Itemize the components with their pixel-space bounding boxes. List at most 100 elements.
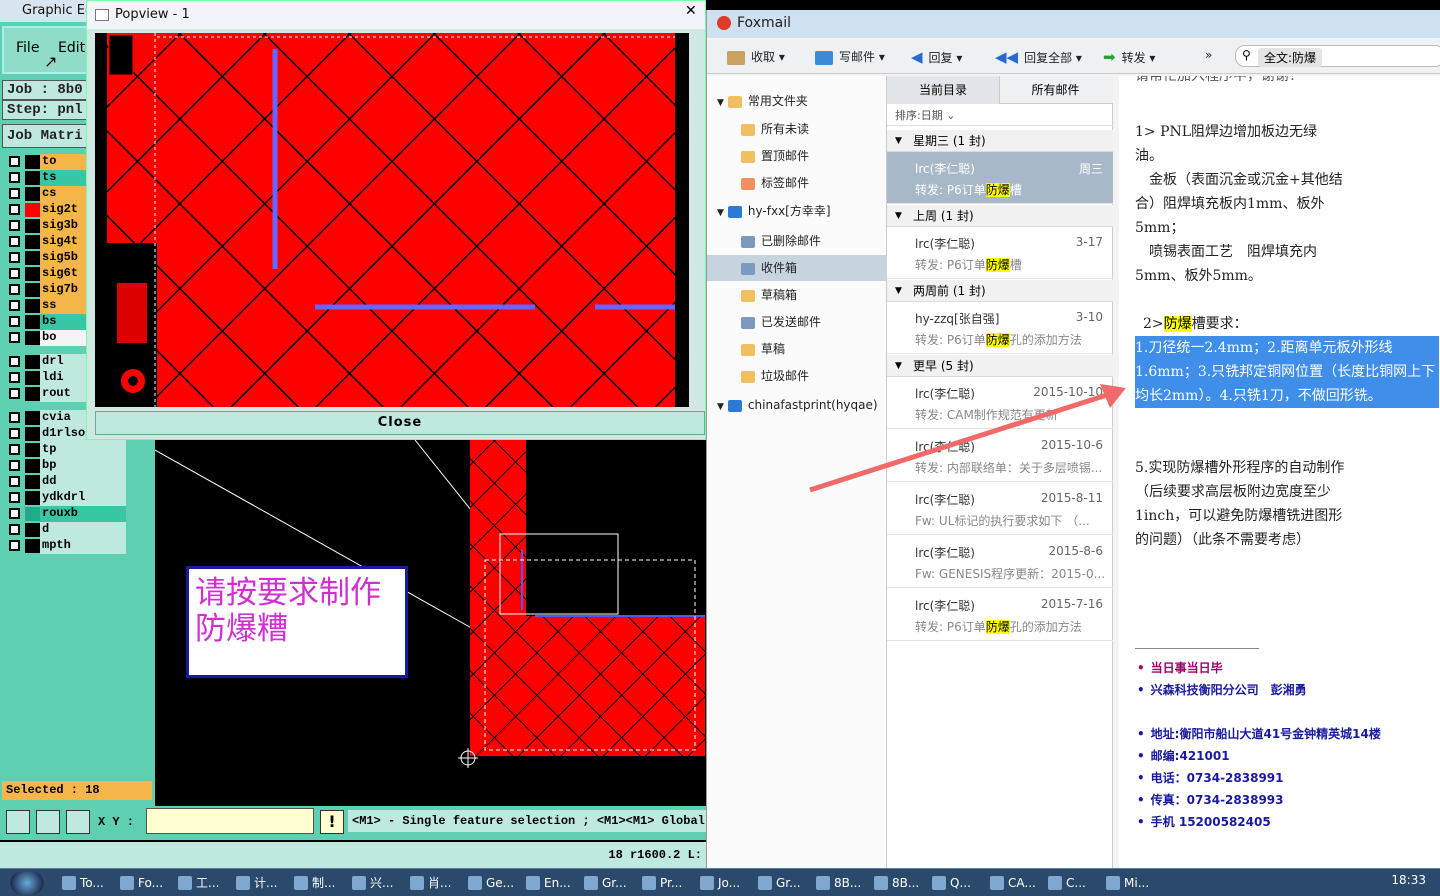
layer-checkbox[interactable] [9, 372, 20, 383]
taskbar-item[interactable]: 肖... [406, 872, 462, 894]
taskbar-item[interactable]: Mi... [1102, 872, 1158, 894]
bullet-icon: • [1137, 793, 1145, 807]
taskbar-item[interactable]: Gr... [754, 872, 810, 894]
folder-item[interactable]: ▼ hy-fxx[方幸幸] [707, 198, 887, 224]
snap-icon[interactable] [66, 810, 90, 834]
layer-checkbox[interactable] [9, 388, 20, 399]
reply-button[interactable]: ◀ 回复 ▾ [911, 48, 962, 66]
mail-group-header[interactable]: ▼ 两周前 (1 封) [887, 280, 1113, 302]
taskbar-item[interactable]: 工... [174, 872, 230, 894]
layer-checkbox[interactable] [9, 412, 20, 423]
popview-canvas[interactable] [95, 33, 689, 407]
mail-item[interactable]: lrc(李仁聪) 周三 转发: P6订单防爆槽 [887, 152, 1113, 204]
mail-item[interactable]: lrc(李仁聪) 2015-8-6 Fw: GENESIS程序更新：2015-0..… [887, 536, 1113, 588]
taskbar-item[interactable]: Q... [928, 872, 984, 894]
layer-checkbox[interactable] [9, 316, 20, 327]
taskbar-item[interactable]: 8B... [812, 872, 868, 894]
zoom-icon[interactable] [6, 810, 30, 834]
taskbar-item[interactable]: 兴... [348, 872, 404, 894]
folder-item[interactable]: ▼ 常用文件夹 [707, 88, 887, 114]
taskbar-item[interactable]: CA... [986, 872, 1042, 894]
folder-item[interactable]: 置顶邮件 [707, 143, 887, 169]
more-button[interactable]: » [1205, 48, 1212, 62]
folder-item[interactable]: 标签邮件 [707, 170, 887, 196]
layer-checkbox[interactable] [9, 236, 20, 247]
close-button[interactable]: Close [95, 411, 705, 435]
reply-all-button[interactable]: ◀◀ 回复全部 ▾ [995, 48, 1082, 66]
edit-menu[interactable]: Edit [58, 40, 85, 56]
reader-p5-selected[interactable]: 1.刀径统一2.4mm；2.距离单元板外形线1.6mm；3.只铣邦定铜网位置（长… [1135, 336, 1439, 408]
layer-checkbox[interactable] [9, 188, 20, 199]
xy-input[interactable] [146, 808, 314, 834]
mail-item[interactable]: lrc(李仁聪) 2015-7-16 转发: P6订单防爆孔的添加方法 [887, 589, 1113, 641]
mail-group-header[interactable]: ▼ 更早 (5 封) [887, 355, 1113, 377]
tab-all-mail[interactable]: 所有邮件 [999, 76, 1111, 104]
taskbar-item[interactable]: C... [1044, 872, 1100, 894]
layer-checkbox[interactable] [9, 524, 20, 535]
forward-button[interactable]: ➡ 转发 ▾ [1103, 48, 1155, 66]
taskbar-item[interactable]: 8B... [870, 872, 926, 894]
layer-row[interactable]: tp [6, 442, 126, 458]
taskbar-item[interactable]: Fo... [116, 872, 172, 894]
mail-item[interactable]: hy-zzq[张自强] 3-10 转发: P6订单防爆孔的添加方法 [887, 302, 1113, 354]
layer-checkbox[interactable] [9, 300, 20, 311]
taskbar-item[interactable]: Gr... [580, 872, 636, 894]
layer-checkbox[interactable] [9, 332, 20, 343]
folder-item[interactable]: 所有未读 [707, 116, 887, 142]
folder-icon [741, 343, 755, 356]
taskbar-item[interactable]: En... [522, 872, 578, 894]
folder-item[interactable]: 草稿 [707, 336, 887, 362]
signature-text: 电话：0734-2838991 [1150, 771, 1284, 785]
receive-button[interactable]: 收取 ▾ [727, 48, 785, 65]
taskbar-item[interactable]: Ge... [464, 872, 520, 894]
layer-checkbox[interactable] [9, 492, 20, 503]
tab-current-folder[interactable]: 当前目录 [887, 76, 999, 104]
layer-checkbox[interactable] [9, 156, 20, 167]
layer-row[interactable]: d [6, 522, 126, 538]
folder-item[interactable]: 已删除邮件 [707, 228, 887, 254]
taskbar-item[interactable]: To... [58, 872, 114, 894]
layer-checkbox[interactable] [9, 444, 20, 455]
start-button-icon[interactable] [10, 870, 44, 896]
layer-checkbox[interactable] [9, 428, 20, 439]
expand-icon[interactable]: ▼ [717, 208, 724, 218]
layer-checkbox[interactable] [9, 172, 20, 183]
layer-row[interactable]: ydkdrl [6, 490, 126, 506]
folder-item[interactable]: 草稿箱 [707, 282, 887, 308]
layer-checkbox[interactable] [9, 356, 20, 367]
taskbar-item[interactable]: 制... [290, 872, 346, 894]
close-icon[interactable]: ✕ [685, 3, 697, 19]
layer-checkbox[interactable] [9, 252, 20, 263]
mail-item[interactable]: lrc(李仁聪) 3-17 转发: P6订单防爆槽 [887, 227, 1113, 279]
measure-icon[interactable] [36, 810, 60, 834]
reader-p2: 金板（表面沉金或沉金+其他结合）阻焊填充板内1mm、板外5mm； [1135, 172, 1343, 236]
layer-checkbox[interactable] [9, 476, 20, 487]
expand-icon[interactable]: ▼ [717, 98, 724, 108]
layer-checkbox[interactable] [9, 540, 20, 551]
layer-checkbox[interactable] [9, 460, 20, 471]
mail-group-header[interactable]: ▼ 星期三 (1 封) [887, 130, 1113, 152]
folder-item[interactable]: 已发送邮件 [707, 309, 887, 335]
layer-checkbox[interactable] [9, 220, 20, 231]
search-field[interactable]: ⚲ 全文:防爆 [1235, 45, 1440, 67]
popview-window: Popview - 1 ✕ Close [86, 0, 706, 440]
alert-icon[interactable]: ! [320, 810, 344, 834]
layer-checkbox[interactable] [9, 284, 20, 295]
taskbar-item[interactable]: Pr... [638, 872, 694, 894]
layer-row[interactable]: mpth [6, 538, 126, 554]
taskbar-item[interactable]: Jo... [696, 872, 752, 894]
sort-selector[interactable]: 排序:日期 ⌄ [887, 106, 1113, 126]
mail-group-header[interactable]: ▼ 上周 (1 封) [887, 205, 1113, 227]
compose-button[interactable]: 写邮件 ▾ [815, 48, 885, 65]
layer-checkbox[interactable] [9, 508, 20, 519]
layer-color-swatch [25, 315, 40, 329]
layer-checkbox[interactable] [9, 268, 20, 279]
file-menu[interactable]: File [16, 40, 39, 56]
folder-item[interactable]: 收件箱 [707, 255, 887, 281]
expand-icon[interactable]: ▼ [717, 402, 724, 412]
layer-row[interactable]: dd [6, 474, 126, 490]
taskbar-item[interactable]: 计... [232, 872, 288, 894]
layer-row[interactable]: bp [6, 458, 126, 474]
layer-checkbox[interactable] [9, 204, 20, 215]
layer-row[interactable]: rouxb [6, 506, 126, 522]
